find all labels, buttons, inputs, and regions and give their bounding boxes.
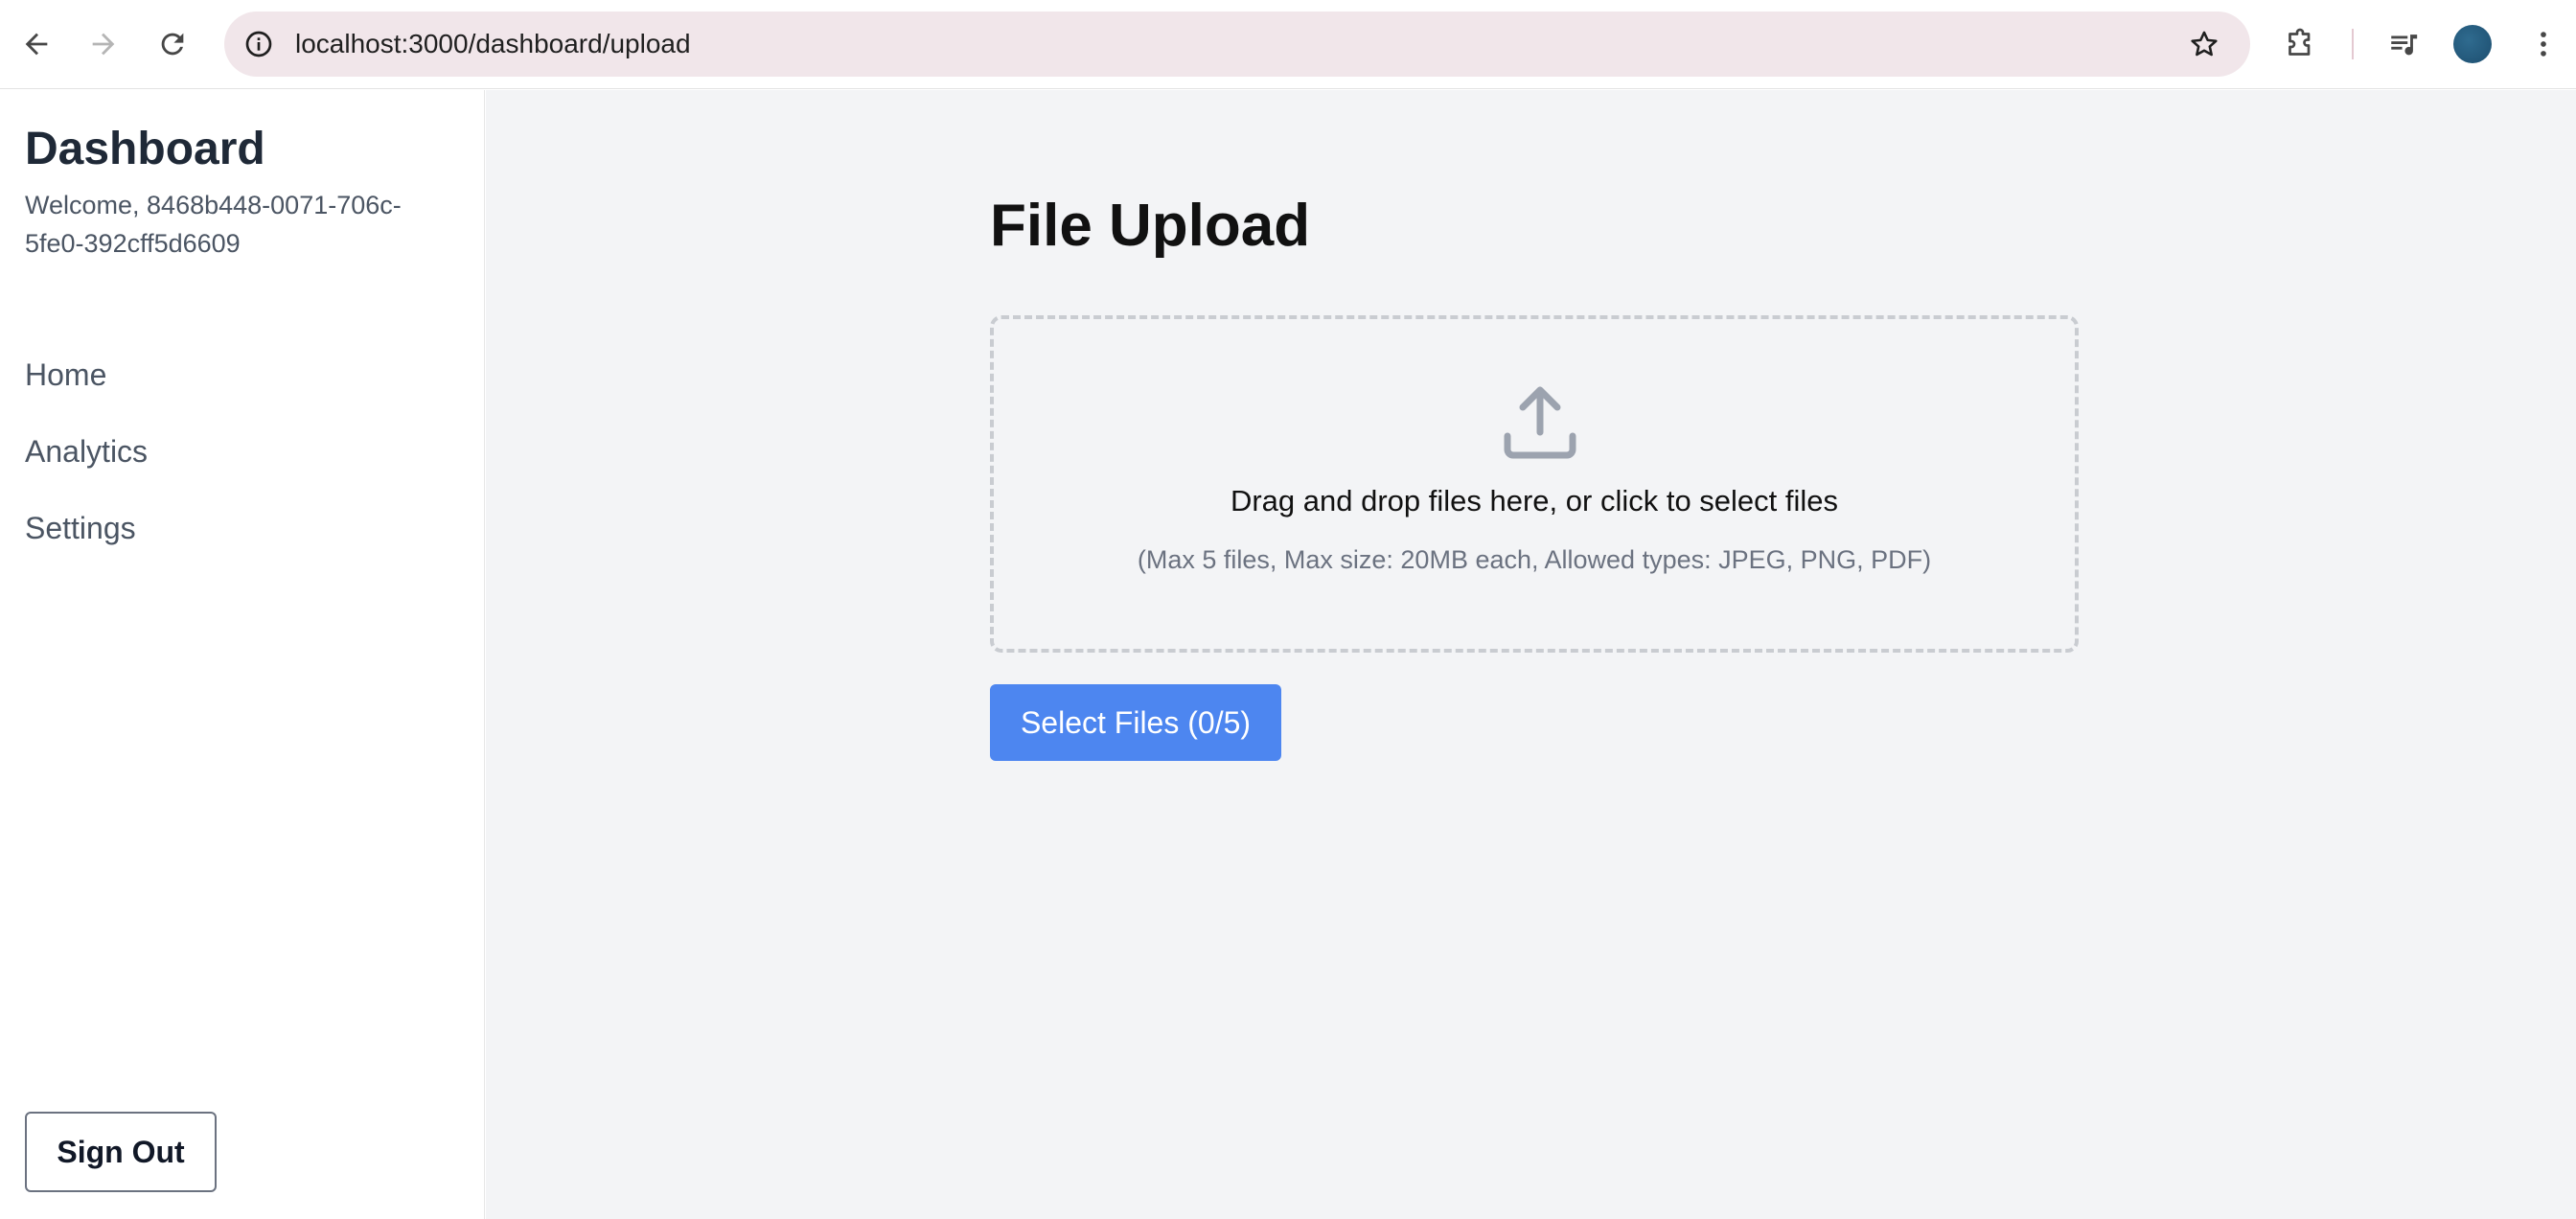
browser-toolbar: localhost:3000/dashboard/upload [0,0,2576,89]
upload-icon [1504,386,1576,459]
sidebar: Dashboard Welcome, 8468b448-0071-706c-5f… [0,90,485,1219]
sidebar-item-settings[interactable]: Settings [25,504,148,581]
sidebar-title: Dashboard [25,124,265,174]
site-info-icon[interactable] [240,25,278,63]
extensions-icon[interactable] [2277,21,2323,67]
welcome-text: Welcome, 8468b448-0071-706c-5fe0-392cff5… [25,191,402,258]
forward-arrow-icon [92,33,115,56]
profile-avatar[interactable] [2453,25,2492,63]
reload-icon [161,33,184,56]
url-text: localhost:3000/dashboard/upload [295,29,691,58]
dropzone-constraints-text: (Max 5 files, Max size: 20MB each, Allow… [1137,545,1932,574]
main-content: File Upload Drag and drop files here, or… [486,90,2576,1219]
dropzone-primary-text: Drag and drop files here, or click to se… [1230,484,1839,518]
forward-button[interactable] [80,21,126,67]
menu-kebab-icon[interactable] [2520,21,2566,67]
reload-button[interactable] [150,21,196,67]
bookmark-star-icon[interactable] [2185,25,2223,63]
file-dropzone[interactable]: Drag and drop files here, or click to se… [990,315,2079,653]
address-bar[interactable]: localhost:3000/dashboard/upload [224,12,2250,77]
page-title: File Upload [990,193,1311,259]
toolbar-divider [2352,29,2354,59]
back-arrow-icon [25,33,48,56]
sign-out-button[interactable]: Sign Out [25,1112,217,1192]
sidebar-item-analytics[interactable]: Analytics [25,427,148,504]
back-button[interactable] [13,21,59,67]
sidebar-item-home[interactable]: Home [25,351,148,427]
media-controls-icon[interactable] [2380,21,2426,67]
select-files-button[interactable]: Select Files (0/5) [990,684,1281,761]
sidebar-nav: Home Analytics Settings [25,351,148,581]
